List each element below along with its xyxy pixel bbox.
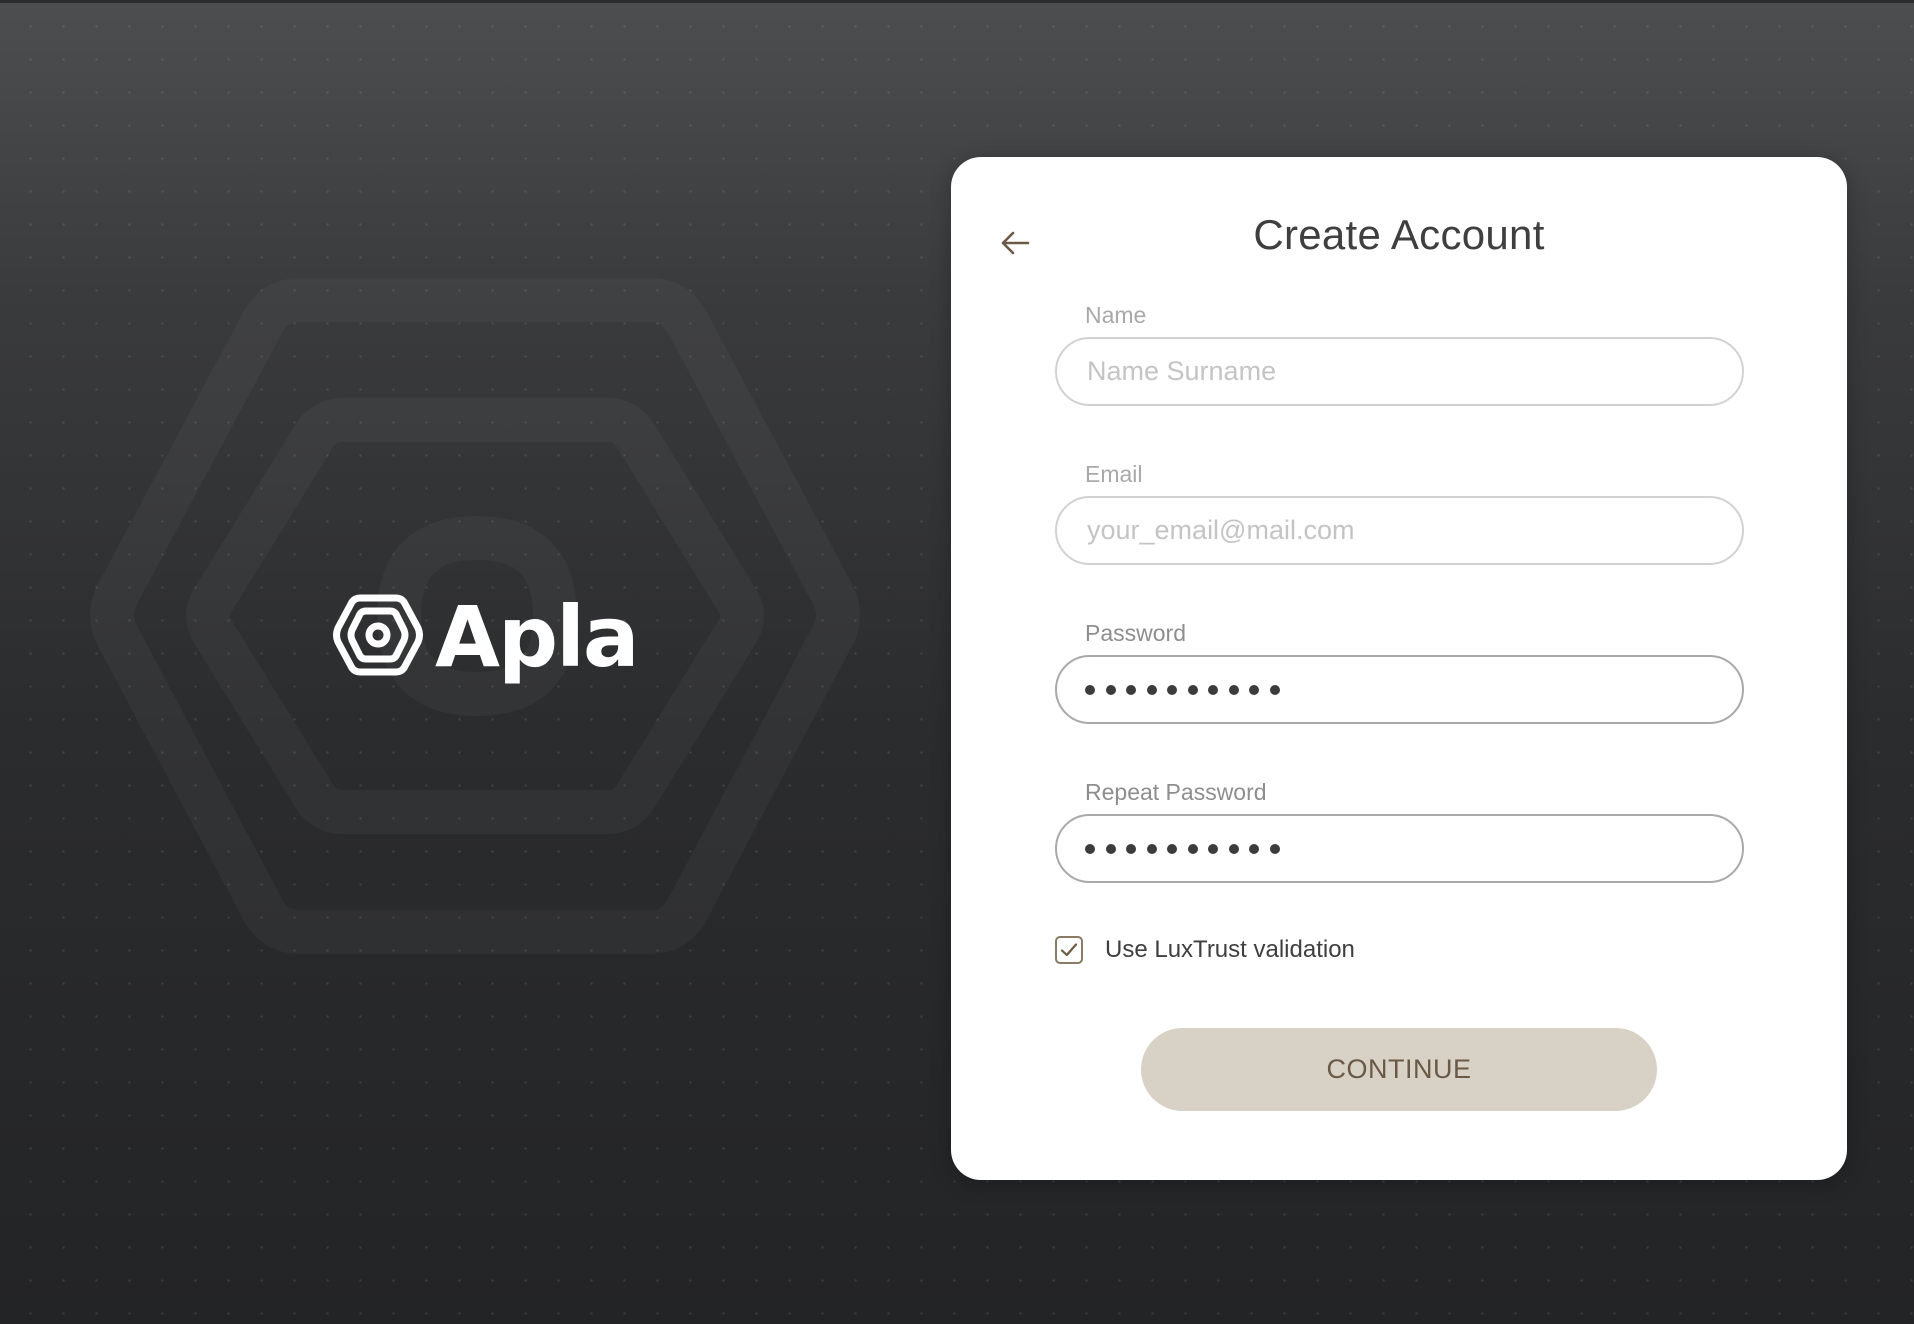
name-input[interactable] bbox=[1055, 337, 1744, 406]
login-screen: Apla Create Account Name Email Password … bbox=[0, 0, 1914, 1324]
password-field-group: Password bbox=[1055, 619, 1744, 724]
brand-wordmark: Apla bbox=[435, 588, 640, 686]
brand-logo: Apla bbox=[333, 585, 640, 686]
password-input[interactable] bbox=[1055, 655, 1744, 724]
name-label: Name bbox=[1085, 302, 1147, 328]
repeat-password-field-group: Repeat Password bbox=[1055, 778, 1744, 883]
luxtrust-label: Use LuxTrust validation bbox=[1105, 936, 1355, 963]
checkmark-icon bbox=[1060, 943, 1078, 957]
email-field-group: Email bbox=[1055, 460, 1744, 565]
luxtrust-option[interactable]: Use LuxTrust validation bbox=[1055, 936, 1355, 964]
page-title: Create Account bbox=[1253, 211, 1545, 258]
password-label: Password bbox=[1085, 620, 1186, 646]
repeat-password-input[interactable] bbox=[1055, 814, 1744, 883]
email-input[interactable] bbox=[1055, 496, 1744, 565]
repeat-password-label: Repeat Password bbox=[1085, 779, 1267, 805]
email-label: Email bbox=[1085, 461, 1143, 487]
luxtrust-checkbox[interactable] bbox=[1055, 936, 1083, 964]
name-field-group: Name bbox=[1055, 301, 1744, 406]
create-account-card: Create Account Name Email Password Repea… bbox=[951, 157, 1847, 1180]
apla-hexagon-logo-icon bbox=[333, 594, 423, 676]
continue-button[interactable]: CONTINUE bbox=[1141, 1028, 1657, 1111]
